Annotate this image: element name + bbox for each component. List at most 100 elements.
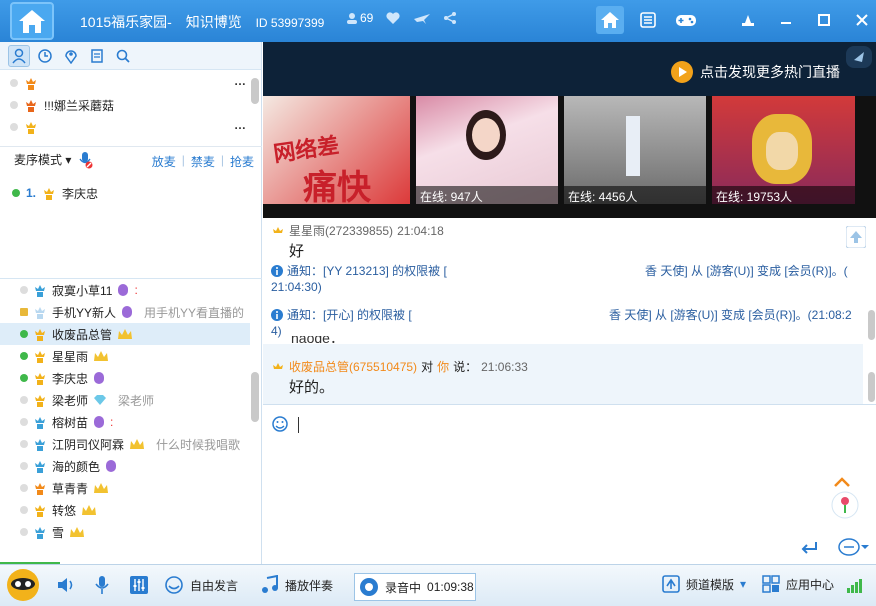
channel-item[interactable]: … — [0, 72, 250, 94]
send-icon[interactable] — [800, 541, 818, 555]
share-icon[interactable] — [443, 11, 457, 25]
chat-scrollbar-lower[interactable] — [868, 372, 875, 402]
recording-indicator[interactable]: 录音中 01:09:38 — [354, 573, 476, 601]
user-signature: 什么时候我唱歌 — [156, 437, 241, 452]
record-icon — [360, 578, 378, 596]
user-row[interactable]: 海的颜色 — [0, 455, 250, 477]
thumbnail[interactable]: 在线: 947人 — [416, 96, 558, 204]
message-input-area[interactable] — [263, 404, 876, 564]
skin-icon[interactable] — [734, 6, 762, 34]
user-rank-icon — [35, 527, 45, 539]
status-dot — [10, 79, 18, 87]
channel-item[interactable]: … — [0, 116, 250, 138]
live-banner: 点击发现更多热门直播 — [263, 42, 876, 96]
plane-icon[interactable] — [413, 11, 431, 25]
more-icon[interactable]: … — [234, 74, 246, 88]
vip-badge-icon — [94, 416, 105, 428]
free-speak-label: 自由发言 — [190, 578, 239, 593]
avatar[interactable] — [6, 568, 40, 602]
free-speak-button[interactable]: 自由发言 — [164, 575, 238, 595]
left-tabs — [0, 42, 261, 70]
chat-bubble-icon[interactable] — [837, 537, 869, 559]
list-icon[interactable] — [634, 6, 662, 34]
gamepad-icon[interactable] — [672, 6, 700, 34]
maximize-icon[interactable] — [810, 6, 838, 34]
user-name: 梁老师 — [52, 393, 89, 408]
user-row[interactable]: 江阴司仪阿霖 什么时候我唱歌 — [0, 433, 250, 455]
close-icon[interactable] — [848, 6, 876, 34]
user-row[interactable]: 寂寞小草11: — [0, 279, 250, 301]
user-row[interactable]: 雪 — [0, 521, 250, 543]
emoji-icon[interactable] — [271, 415, 291, 435]
grab-mic-link[interactable]: 抢麦 — [230, 153, 254, 170]
minimize-icon[interactable] — [772, 6, 800, 34]
crown-user-icon — [273, 226, 283, 233]
status-dot — [10, 101, 18, 109]
signal-strength-icon — [847, 579, 862, 593]
thumbnail[interactable]: 在线: 4456人 — [564, 96, 706, 204]
history-tab[interactable] — [34, 45, 56, 67]
channel-scrollbar[interactable] — [251, 78, 259, 104]
user-row[interactable]: 梁老师 梁老师 — [0, 389, 250, 411]
user-row[interactable]: 转悠 — [0, 499, 250, 521]
vip-badge-icon — [94, 372, 105, 384]
live-thumbnails: 网络差 痛快 在线: 947人 在线: 4456人 在线: 19753人 — [263, 96, 876, 218]
favorite-icon[interactable] — [385, 11, 401, 25]
notice-text: 香 天使] 从 [游客(U)] 变成 [会员(R)]。(21:08:2 — [609, 308, 852, 322]
channel-name: 1015福乐家园- — [80, 14, 172, 30]
mic-queue-item[interactable]: 1. 李庆忠 — [0, 182, 250, 204]
mic-mode-dropdown[interactable]: 麦序模式 ▾ — [14, 151, 71, 168]
user-signature: 梁老师 — [118, 393, 155, 408]
queue-number: 1. — [26, 186, 37, 200]
app-center-button[interactable]: 应用中心 — [762, 575, 834, 593]
message-to: 对 — [421, 360, 434, 374]
search-tab[interactable] — [112, 45, 134, 67]
equalizer-icon[interactable] — [129, 575, 149, 595]
user-row[interactable]: 榕树苗: — [0, 411, 250, 433]
microphone-icon[interactable] — [93, 575, 111, 595]
music-note-icon — [262, 575, 278, 593]
sender-name[interactable]: 收废品总管(675510475) — [289, 358, 417, 375]
more-icon[interactable]: … — [234, 118, 246, 132]
location-tab[interactable] — [60, 45, 82, 67]
release-mic-link[interactable]: 放麦 — [152, 153, 176, 170]
channel-id: ID 53997399 — [255, 16, 325, 30]
home-tab-icon[interactable] — [596, 6, 624, 34]
flower-icon[interactable] — [831, 491, 859, 519]
record-time: 01:09:38 — [427, 580, 474, 594]
channel-item[interactable]: !!!娜兰采蘑菇 — [0, 94, 250, 116]
discover-live-link[interactable]: 点击发现更多热门直播 — [670, 60, 840, 84]
user-row[interactable]: 李庆忠 — [0, 367, 250, 389]
user-list-tab[interactable] — [8, 44, 30, 67]
user-list-scrollbar[interactable] — [251, 372, 259, 422]
status-dot — [10, 123, 18, 131]
user-row[interactable]: 收废品总管 — [0, 323, 250, 345]
user-rank-icon — [35, 285, 45, 297]
thumbnail[interactable]: 在线: 19753人 — [712, 96, 855, 204]
chevron-up-icon[interactable] — [831, 473, 853, 491]
notes-tab[interactable] — [86, 45, 108, 67]
play-icon — [671, 61, 693, 83]
user-row[interactable]: 星星雨 — [0, 345, 250, 367]
chat-scrollbar[interactable] — [868, 310, 875, 340]
user-row[interactable]: 手机YY新人 用手机YY看直播的 — [0, 301, 250, 323]
diamond-badge-icon — [94, 395, 107, 405]
channel-template-dropdown[interactable]: 频道模版 ▾ — [662, 575, 746, 593]
mic-off-icon[interactable] — [77, 151, 93, 169]
home-icon — [19, 10, 45, 33]
user-row[interactable]: 草青青 — [0, 477, 250, 499]
crown-user-icon — [26, 78, 36, 90]
search-icon — [116, 49, 130, 63]
sender-name[interactable]: 星星雨(272339855) — [289, 222, 393, 239]
accompany-button[interactable]: 播放伴奏 — [261, 575, 333, 595]
speaker-icon[interactable] — [56, 575, 76, 595]
vip-badge-icon — [106, 460, 117, 472]
ban-mic-link[interactable]: 禁麦 — [191, 153, 215, 170]
thumbnail[interactable]: 网络差 痛快 — [263, 96, 410, 204]
info-icon — [271, 308, 283, 321]
collapse-icon[interactable] — [846, 46, 872, 68]
info-icon — [271, 264, 283, 277]
scroll-top-icon[interactable] — [846, 226, 866, 248]
home-logo[interactable] — [10, 2, 54, 40]
notice-time: 4) — [271, 324, 282, 338]
